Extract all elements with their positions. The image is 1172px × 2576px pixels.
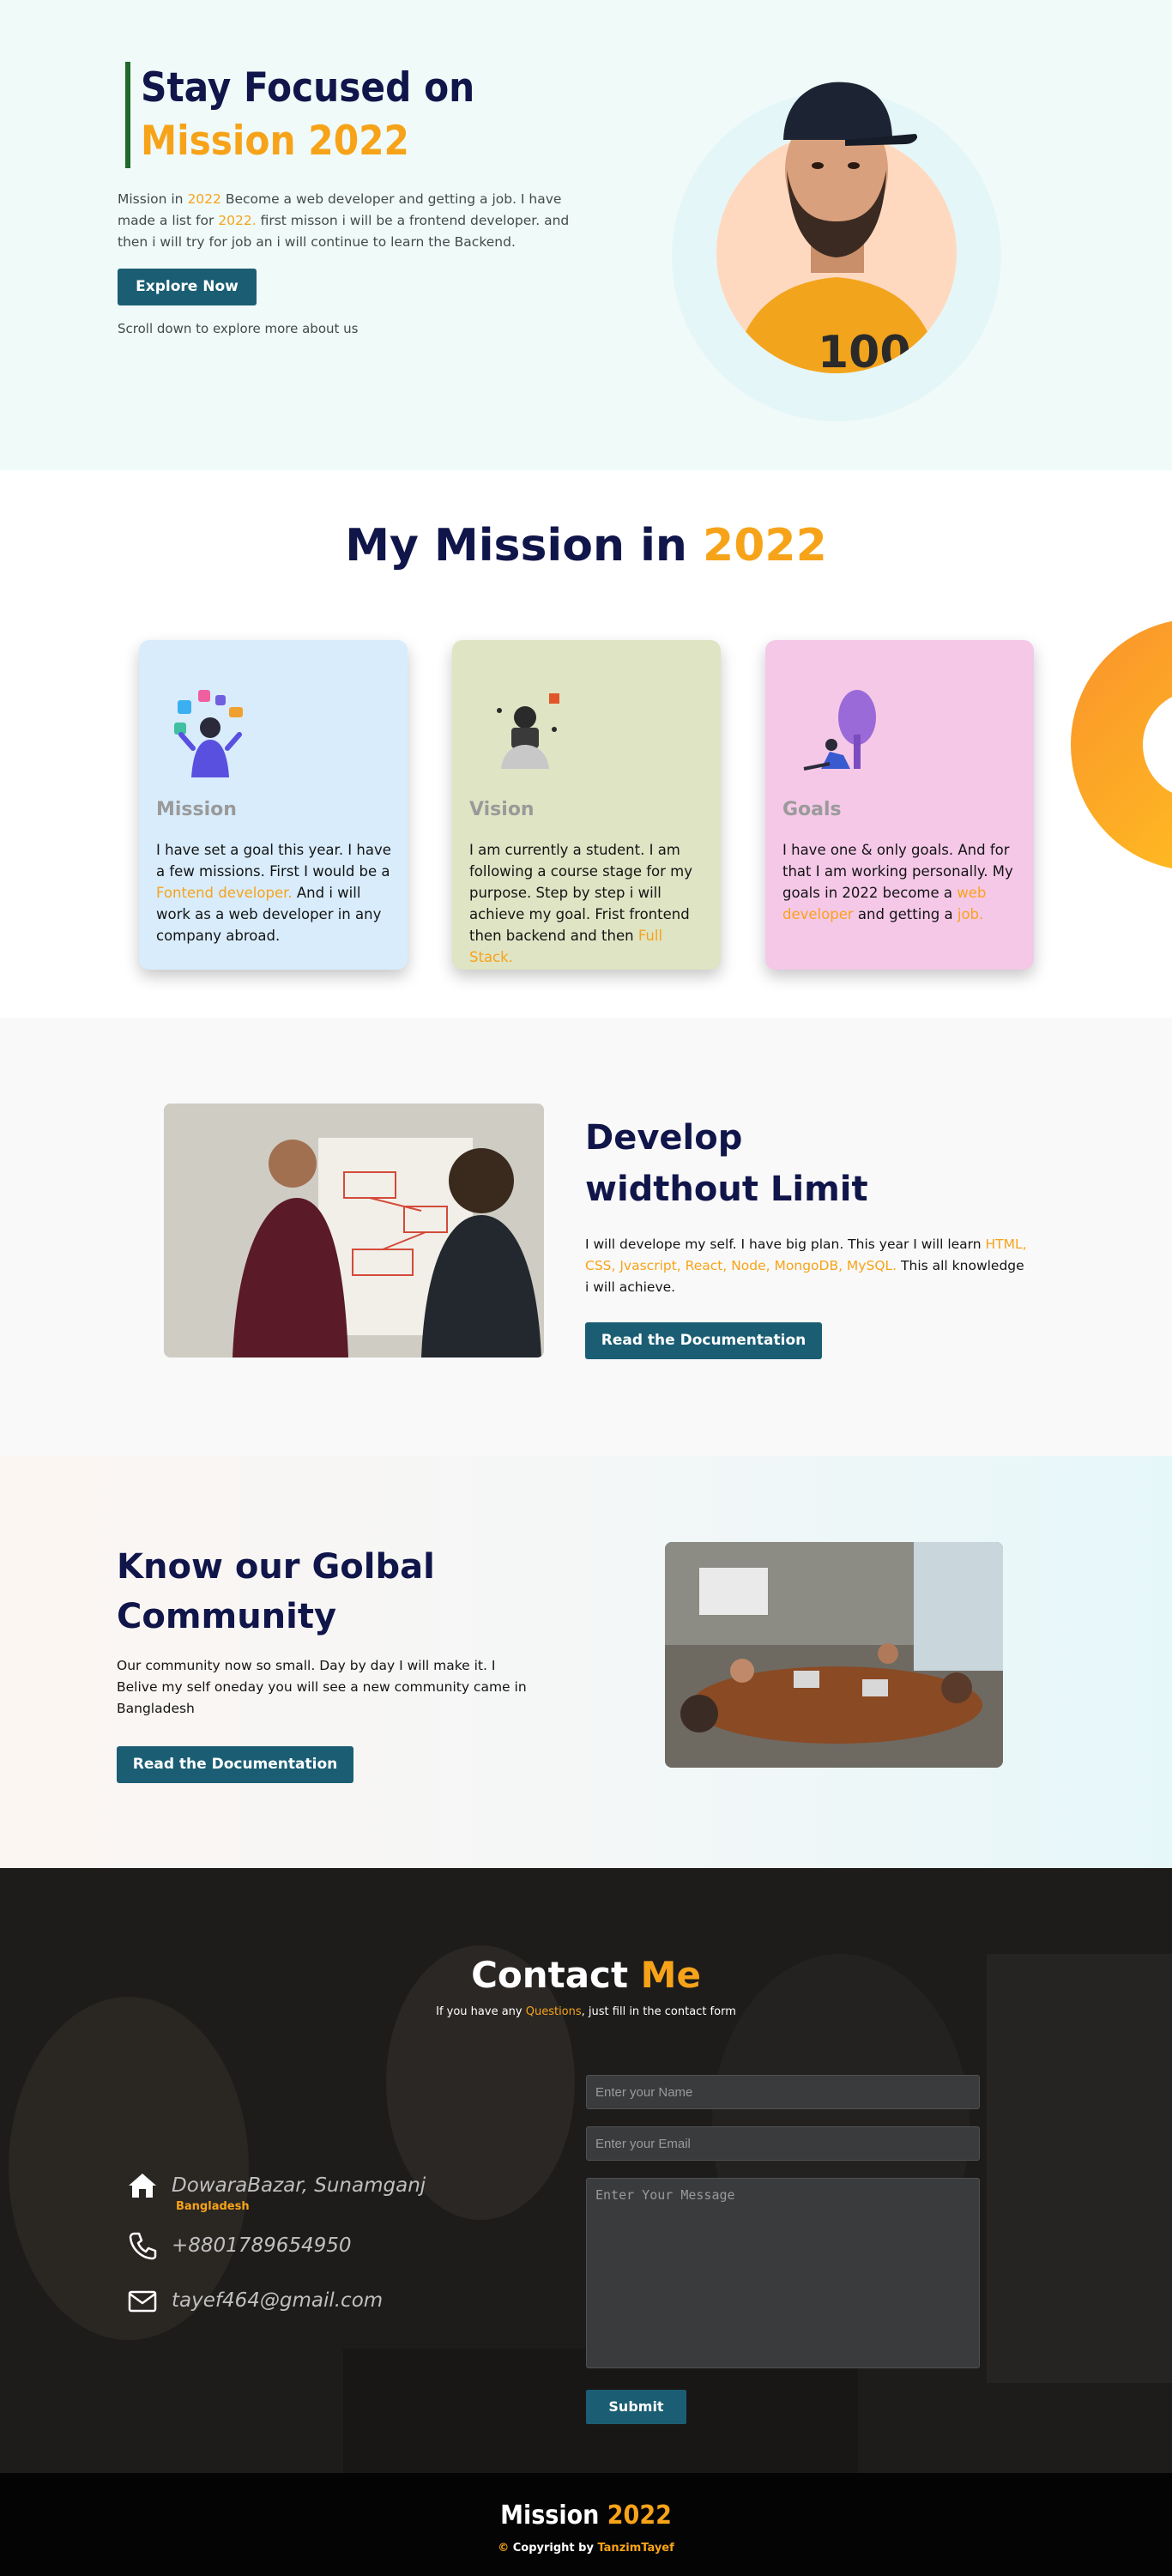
portrait-image: 100: [734, 82, 939, 373]
home-icon: [129, 2174, 156, 2198]
footer-title-text: Mission: [500, 2500, 607, 2531]
donut-decoration: [1071, 620, 1172, 869]
contact-email: tayef464@gmail.com: [125, 2283, 383, 2318]
name-input[interactable]: [586, 2075, 980, 2109]
envelope-icon: [128, 2290, 157, 2313]
footer-copyright: © Copyright by TanzimTayef: [0, 2542, 1172, 2555]
address-text: DowaraBazar, Sunamganj: [172, 2174, 426, 2197]
goals-card: Goals I have one & only goals. And for t…: [765, 640, 1034, 970]
goals-card-title: Goals: [782, 799, 842, 820]
hero-title-line2: Mission 2022: [141, 118, 409, 165]
develop-section: Develop widthout Limit I will develope m…: [0, 1018, 1172, 1456]
contact-section: Contact Me If you have any Questions, ju…: [0, 1868, 1172, 2473]
card-text-highlight: job.: [957, 906, 984, 922]
copyright-icon: ©: [498, 2542, 510, 2555]
whiteboard-photo: [164, 1104, 544, 1358]
hero-section: Stay Focused on Mission 2022 Mission in …: [0, 0, 1172, 470]
explore-now-button[interactable]: Explore Now: [118, 269, 257, 305]
mission-card: Mission I have set a goal this year. I h…: [139, 640, 408, 970]
contact-address: DowaraBazar, Sunamganj: [125, 2168, 426, 2203]
vision-card: Vision I am currently a student. I am fo…: [452, 640, 721, 970]
community-title: Know our Golbal Community: [117, 1542, 435, 1642]
svg-text:100: 100: [818, 327, 911, 373]
phone-icon: [129, 2232, 157, 2260]
contact-title-text: Contact: [471, 1954, 641, 1996]
mission-card-text: I have set a goal this year. I have a fe…: [156, 839, 392, 946]
community-title-line1: Know our Golbal: [117, 1547, 435, 1587]
community-text: Our community now so small. Day by day I…: [117, 1658, 527, 1716]
goals-illustration-icon: [803, 690, 876, 771]
vision-card-text: I am currently a student. I am following…: [469, 839, 705, 968]
address-country: Bangladesh: [176, 2200, 250, 2213]
mission-section: My Mission in 2022 Mission I have set a …: [0, 470, 1172, 1018]
contact-title: Contact Me: [0, 1954, 1172, 1996]
community-read-documentation-button[interactable]: Read the Documentation: [117, 1746, 353, 1783]
develop-title-line2: widthout Limit: [585, 1170, 868, 1209]
develop-title-line1: Develop: [585, 1118, 743, 1158]
meeting-photo: [665, 1542, 1003, 1768]
mission-title-year: 2022: [703, 520, 827, 571]
card-text-highlight: Fontend developer.: [156, 885, 293, 901]
hero-desc-text: Mission in: [118, 191, 188, 207]
hero-title-line1: Stay Focused on: [141, 64, 475, 112]
read-documentation-button[interactable]: Read the Documentation: [585, 1322, 822, 1359]
card-text-part: I have set a goal this year. I have a fe…: [156, 842, 391, 880]
develop-text: I will develope my self. I have big plan…: [585, 1234, 1031, 1298]
develop-text-part: I will develope my self. I have big plan…: [585, 1237, 986, 1252]
contact-sub-text: If you have any: [436, 2005, 526, 2018]
mission-illustration-icon: [174, 690, 243, 777]
community-title-line2: Community: [117, 1597, 337, 1636]
hero-description: Mission in 2022 Become a web developer a…: [118, 189, 585, 253]
mission-title-text: My Mission in: [345, 520, 704, 571]
email-input[interactable]: [586, 2126, 980, 2161]
contact-phone: +8801789654950: [125, 2228, 352, 2263]
copyright-author[interactable]: TanzimTayef: [597, 2542, 674, 2555]
mission-title: My Mission in 2022: [0, 520, 1172, 571]
card-text-part: and getting a: [853, 906, 958, 922]
hero-desc-year: 2022.: [218, 213, 257, 228]
contact-sub-highlight: Questions: [525, 2005, 582, 2018]
goals-card-text: I have one & only goals. And for that I …: [782, 839, 1018, 925]
contact-sub-text: , just fill in the contact form: [581, 2005, 736, 2018]
community-section: Know our Golbal Community Our community …: [0, 1456, 1172, 1868]
hero-desc-year: 2022: [187, 191, 221, 207]
vision-card-title: Vision: [469, 799, 535, 820]
submit-button[interactable]: Submit: [586, 2390, 686, 2424]
develop-title: Develop widthout Limit: [585, 1112, 868, 1215]
contact-subtitle: If you have any Questions, just fill in …: [0, 2005, 1172, 2018]
footer-title: Mission 2022: [0, 2500, 1172, 2531]
footer: Mission 2022 © Copyright by TanzimTayef: [0, 2473, 1172, 2576]
scroll-hint: Scroll down to explore more about us: [118, 321, 359, 336]
email-text: tayef464@gmail.com: [172, 2289, 384, 2312]
contact-title-accent: Me: [640, 1954, 701, 1996]
message-textarea[interactable]: [586, 2178, 980, 2368]
copyright-text: Copyright by: [509, 2542, 598, 2555]
phone-text: +8801789654950: [172, 2234, 352, 2257]
mission-card-title: Mission: [156, 799, 237, 820]
hero-title: Stay Focused on Mission 2022: [125, 62, 474, 168]
vision-illustration-icon: [497, 693, 559, 769]
footer-title-year: 2022: [607, 2500, 672, 2531]
